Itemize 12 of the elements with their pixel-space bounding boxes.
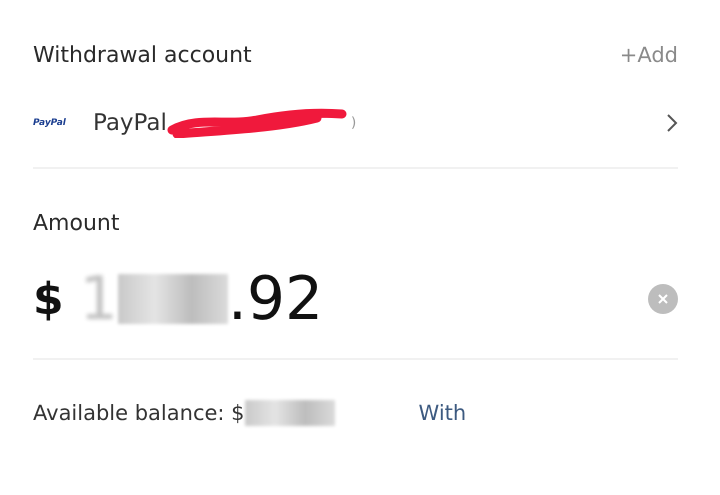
amount-digit: 1 [80, 264, 118, 334]
chevron-right-icon[interactable] [666, 112, 678, 132]
balance-label: Available balance: $ [33, 401, 245, 425]
section-title: Amount [33, 211, 120, 236]
close-icon [657, 293, 669, 305]
account-name: PayPal [93, 110, 167, 136]
account-detail: ) [350, 114, 356, 130]
currency-symbol: $ [33, 274, 64, 324]
amount-value: .92 [228, 264, 324, 334]
section-title: Withdrawal account [33, 42, 252, 68]
withdraw-link[interactable]: With [418, 401, 466, 425]
paypal-logo: PayPal [33, 118, 67, 128]
